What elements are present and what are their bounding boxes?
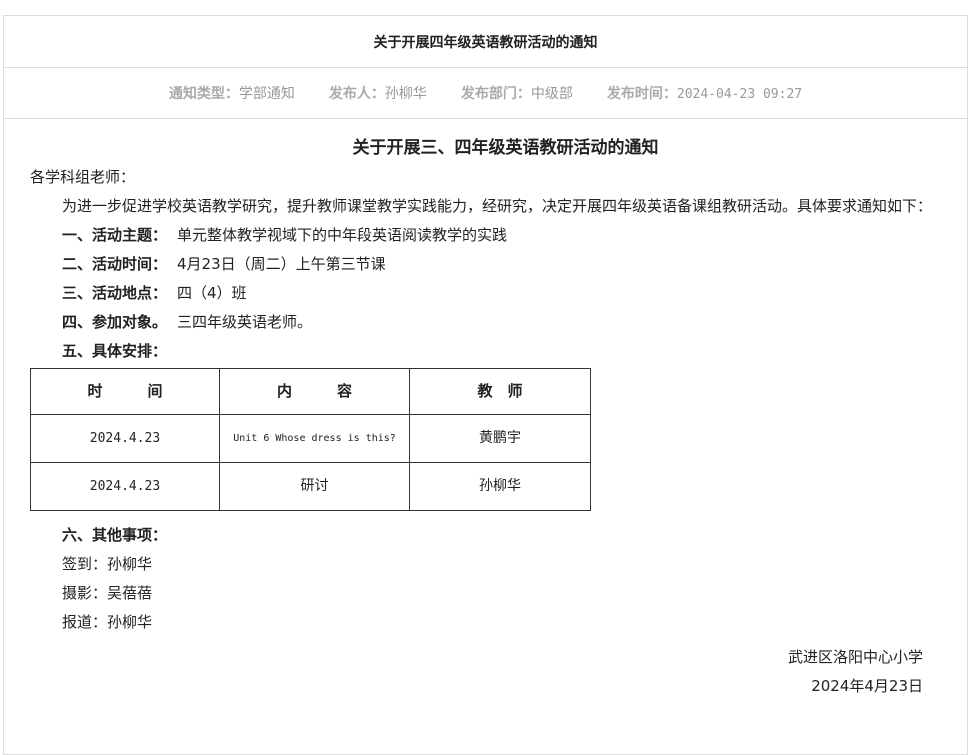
meta-time-label: 发布时间： [606, 86, 677, 102]
other-item-report: 报道：孙柳华 [62, 613, 153, 631]
table-header-time: 时 间 [30, 368, 220, 415]
notice-body: 关于开展三、四年级英语教研活动的通知 各学科组老师： 为进一步促进学校英语教学研… [4, 133, 967, 701]
other-item-photo: 摄影：吴蓓蓓 [62, 584, 153, 602]
schedule-table: 时 间 内 容 教 师 2024.4.23 Unit 6 Whose dress… [30, 368, 591, 511]
document-title: 关于开展三、四年级英语教研活动的通知 [352, 138, 659, 158]
signature-date: 2024年4月23日 [811, 677, 923, 695]
item-theme-label: 一、活动主题： [62, 226, 168, 244]
table-header-teacher: 教 师 [409, 368, 591, 415]
meta-publisher-label: 发布人： [328, 86, 385, 102]
item-location-value: 四（4）班 [177, 284, 247, 302]
other-heading: 六、其他事项： [62, 526, 168, 544]
table-header-content: 内 容 [219, 368, 410, 415]
item-participants: 四、参加对象。 三四年级英语老师。 [30, 308, 941, 337]
meta-publisher-value: 孙柳华 [384, 86, 427, 102]
table-cell-content: Unit 6 Whose dress is this? [219, 414, 410, 463]
greeting: 各学科组老师： [30, 168, 136, 186]
item-theme: 一、活动主题： 单元整体教学视域下的中年段英语阅读教学的实践 [30, 221, 941, 250]
other-item-signin: 签到：孙柳华 [62, 555, 153, 573]
meta-time-value: 2024-04-23 09:27 [676, 87, 803, 102]
meta-dept-label: 发布部门： [460, 86, 531, 102]
meta-dept-value: 中级部 [530, 86, 573, 102]
meta-type: 通知类型：学部通知 [169, 83, 295, 103]
table-cell-date: 2024.4.23 [30, 414, 220, 463]
item-time-value: 4月23日（周二）上午第三节课 [177, 255, 386, 273]
item-participants-value: 三四年级英语老师。 [177, 313, 313, 331]
meta-type-label: 通知类型： [168, 86, 239, 102]
meta-time: 发布时间：2024-04-23 09:27 [607, 83, 802, 103]
table-cell-teacher: 黄鹏宇 [409, 414, 591, 463]
meta-publisher: 发布人：孙柳华 [329, 83, 427, 103]
meta-dept: 发布部门：中级部 [461, 83, 573, 103]
table-cell-date: 2024.4.23 [30, 462, 220, 511]
notice-header: 关于开展四年级英语教研活动的通知 [4, 16, 967, 68]
table-cell-teacher: 孙柳华 [409, 462, 591, 511]
item-time: 二、活动时间： 4月23日（周二）上午第三节课 [30, 250, 941, 279]
meta-type-value: 学部通知 [238, 86, 295, 102]
table-row: 2024.4.23 研讨 孙柳华 [30, 462, 591, 511]
notice-header-title: 关于开展四年级英语教研活动的通知 [373, 34, 598, 51]
notice-meta: 通知类型：学部通知 发布人：孙柳华 发布部门：中级部 发布时间：2024-04-… [4, 68, 967, 119]
table-row: 2024.4.23 Unit 6 Whose dress is this? 黄鹏… [30, 414, 591, 463]
item-location-label: 三、活动地点： [62, 284, 168, 302]
table-cell-content: 研讨 [219, 462, 410, 511]
schedule-heading: 五、具体安排： [62, 342, 168, 360]
intro-paragraph: 为进一步促进学校英语教学研究，提升教师课堂教学实践能力，经研究，决定开展四年级英… [62, 197, 933, 215]
table-header-row: 时 间 内 容 教 师 [30, 368, 591, 415]
item-location: 三、活动地点： 四（4）班 [30, 279, 941, 308]
item-participants-label: 四、参加对象。 [62, 313, 168, 331]
item-theme-value: 单元整体教学视域下的中年段英语阅读教学的实践 [177, 226, 508, 244]
signature-block: 武进区洛阳中心小学 2024年4月23日 [30, 643, 941, 701]
notice-panel: 关于开展四年级英语教研活动的通知 通知类型：学部通知 发布人：孙柳华 发布部门：… [3, 15, 968, 755]
item-time-label: 二、活动时间： [62, 255, 168, 273]
signature-org: 武进区洛阳中心小学 [787, 648, 923, 666]
